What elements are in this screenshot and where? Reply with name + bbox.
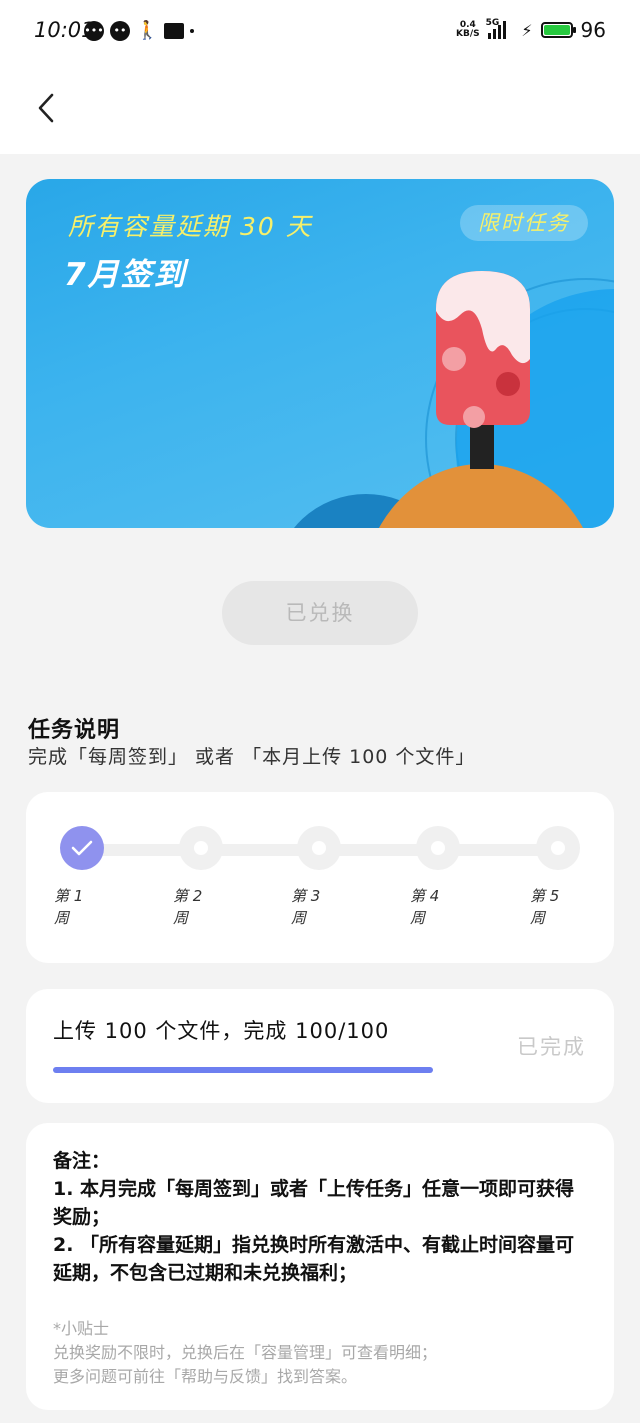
notes-block: 备注： 1. 本月完成「每周签到」或者「上传任务」任意一项即可获得奖励； 2. … (53, 1147, 593, 1287)
notes-heading: 备注： (53, 1150, 111, 1172)
week-label-5: 第 5 周 (530, 887, 560, 927)
message-icon: ••• (84, 20, 104, 41)
gallery-icon (164, 22, 185, 39)
upload-progress-fill (53, 1067, 433, 1073)
check-icon (71, 840, 93, 856)
notes-card: 备注： 1. 本月完成「每周签到」或者「上传任务」任意一项即可获得奖励； 2. … (26, 1123, 614, 1410)
net-speed: 0.4 KB/S (456, 21, 480, 39)
notes-line-2: 2. 「所有容量延期」指兑换时所有激活中、有截止时间容量可延期，不包含已过期和未… (53, 1234, 575, 1284)
chevron-left-icon (38, 93, 54, 123)
week-label-4: 第 4 周 (410, 887, 440, 927)
upload-task-card: 上传 100 个文件，完成 100/100 已完成 (26, 989, 614, 1103)
week-node-5 (536, 826, 580, 870)
upload-progress-bar (53, 1067, 433, 1073)
week-node-1 (60, 826, 104, 870)
nav-bar (0, 64, 640, 154)
redeemed-button[interactable]: 已兑换 (222, 581, 418, 645)
walk-icon: 🚶 (136, 20, 159, 41)
task-title: 任务说明 (28, 718, 121, 743)
week-label-2: 第 2 周 (173, 887, 203, 927)
week-label-1: 第 1 周 (54, 887, 84, 927)
upload-status-label: 已完成 (517, 1035, 586, 1059)
banner-title: 7月签到 (64, 257, 187, 293)
tips-block: *小贴士 兑换奖励不限时，兑换后在「容量管理」可查看明细； 更多问题可前往「帮助… (53, 1317, 593, 1389)
week-node-2 (179, 826, 223, 870)
task-description: 完成「每周签到」 或者 「本月上传 100 个文件」 (28, 746, 476, 768)
tips-line-1: 兑换奖励不限时，兑换后在「容量管理」可查看明细； (53, 1343, 438, 1362)
status-bar: 10:01 ••• •• 🚶 0.4 KB/S 5G ⚡ 96 (0, 0, 640, 64)
weekly-checkin-card: 第 1 周 第 2 周 第 3 周 第 4 周 第 5 周 (26, 792, 614, 963)
tips-line-2: 更多问题可前往「帮助与反馈」找到答案。 (53, 1367, 358, 1386)
week-node-3 (297, 826, 341, 870)
battery-icon (540, 22, 576, 38)
banner-subtitle: 所有容量延期 30 天 (68, 212, 313, 241)
status-notification-icons: ••• •• 🚶 (84, 20, 195, 41)
net-speed-unit: KB/S (456, 29, 480, 39)
week-node-4 (416, 826, 460, 870)
promo-banner: 所有容量延期 30 天 7月签到 限时任务 (26, 179, 614, 528)
chat-icon: •• (110, 20, 130, 41)
back-button[interactable] (26, 88, 66, 128)
notes-line-1: 1. 本月完成「每周签到」或者「上传任务」任意一项即可获得奖励； (53, 1178, 575, 1228)
tips-heading: *小贴士 (53, 1319, 110, 1338)
charging-icon: ⚡ (521, 20, 533, 40)
status-right: 0.4 KB/S 5G ⚡ 96 (456, 18, 606, 42)
more-dot-icon (190, 28, 195, 33)
battery-percent: 96 (580, 18, 606, 42)
network-type: 5G (485, 18, 500, 28)
week-label-3: 第 3 周 (291, 887, 321, 927)
upload-task-text: 上传 100 个文件，完成 100/100 (53, 1019, 390, 1043)
limited-task-badge: 限时任务 (460, 205, 588, 241)
